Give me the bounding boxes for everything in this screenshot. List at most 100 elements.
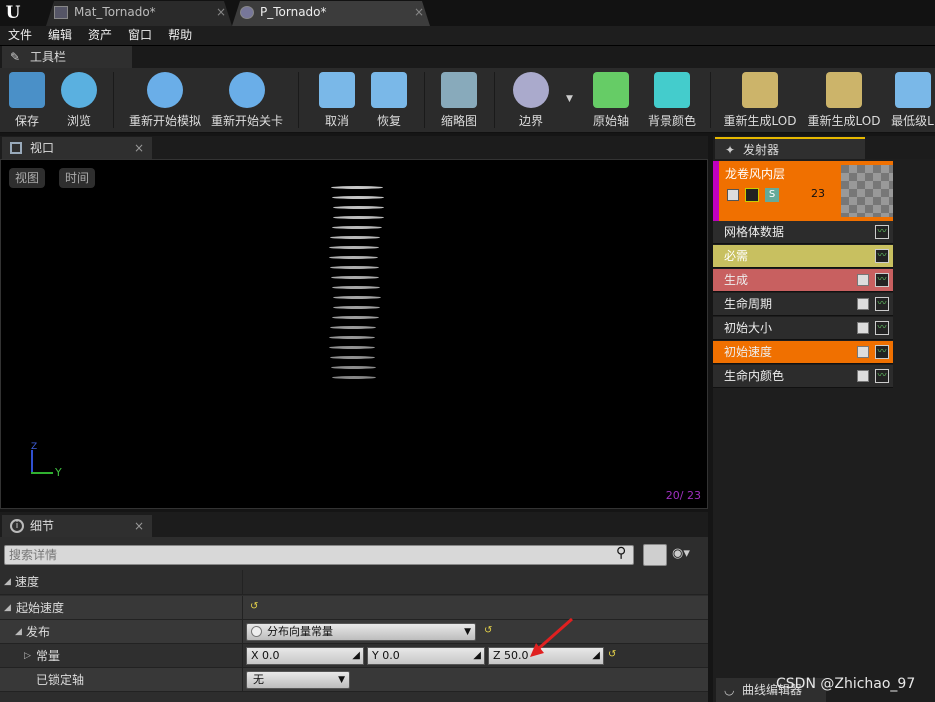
curve-toggle-icon[interactable]: 〰 — [875, 249, 889, 263]
emitter-thumbnail — [841, 165, 893, 217]
restart-sim-button[interactable]: 重新开始模拟 — [126, 72, 204, 130]
tab-details[interactable]: i 细节 × — [2, 515, 152, 537]
emitter-particle-count: 23 — [811, 187, 825, 200]
row-start-velocity: ◢ 起始速度 ↺ — [0, 596, 708, 620]
regen-lod-button[interactable]: 重新生成LOD — [722, 72, 798, 130]
expand-arrow-icon[interactable]: ▷ — [24, 644, 31, 668]
particle-ring — [331, 366, 376, 369]
reset-icon[interactable]: ↺ — [484, 625, 492, 636]
browse-button[interactable]: 浏览 — [56, 72, 102, 130]
module-item[interactable]: 网格体数据 〰 — [713, 221, 893, 244]
viewport[interactable]: 视图 时间 Z Y 20/ 23 — [0, 159, 708, 509]
tab-viewport[interactable]: 视口 × — [2, 137, 152, 159]
module-item[interactable]: 生成 〰 — [713, 269, 893, 292]
collapse-arrow-icon[interactable]: ◢ — [4, 596, 11, 620]
module-item[interactable]: 生命内颜色 〰 — [713, 365, 893, 388]
particle-ring — [329, 336, 375, 339]
close-icon[interactable]: × — [134, 515, 144, 537]
thumbnail-icon — [441, 72, 477, 108]
particle-ring — [330, 326, 376, 329]
bounds-button[interactable]: 边界 — [508, 72, 554, 130]
particle-ring — [332, 226, 382, 229]
viewport-tab-label: 视口 — [30, 141, 55, 155]
lowest-lod-button[interactable]: 最低级L — [890, 72, 935, 130]
thumbnail-button[interactable]: 缩略图 — [436, 72, 482, 130]
menu-edit[interactable]: 编辑 — [40, 26, 80, 45]
curve-toggle-icon[interactable]: 〰 — [875, 297, 889, 311]
search-icon[interactable]: ⚲ — [616, 545, 626, 561]
curve-toggle-icon[interactable]: 〰 — [875, 369, 889, 383]
particle-ring — [330, 236, 380, 239]
module-label: 初始速度 — [724, 345, 773, 359]
y-axis-line — [31, 472, 53, 474]
module-label: 初始大小 — [724, 321, 773, 335]
solo-icon[interactable]: S — [765, 188, 779, 202]
column-divider — [242, 644, 243, 668]
reset-icon[interactable]: ↺ — [608, 649, 616, 660]
details-tab-row: i 细节 × — [0, 512, 708, 537]
restart-level-button[interactable]: 重新开始关卡 — [208, 72, 286, 130]
view-button[interactable]: 视图 — [9, 168, 46, 188]
view-options-button[interactable] — [643, 544, 667, 566]
module-item[interactable]: 生命周期 〰 — [713, 293, 893, 316]
tab-mat-tornado[interactable]: Mat_Tornado* × — [46, 1, 232, 26]
eye-icon[interactable]: ◉▾ — [672, 546, 690, 561]
undo-button[interactable]: 取消 — [314, 72, 360, 130]
emitter-icon: ✦ — [725, 143, 736, 157]
module-enable-checkbox[interactable] — [857, 274, 869, 286]
menu-file[interactable]: 文件 — [0, 26, 40, 45]
origin-axis-icon — [593, 72, 629, 108]
close-icon[interactable]: × — [414, 1, 424, 24]
particle-ring — [329, 346, 375, 349]
y-field[interactable]: Y 0.0 ◢ — [367, 647, 485, 665]
tab-toolbar[interactable]: ✎ 工具栏 — [2, 46, 132, 68]
browse-icon — [61, 72, 97, 108]
curve-toggle-icon[interactable]: 〰 — [875, 321, 889, 335]
tab-p-tornado[interactable]: P_Tornado* × — [232, 1, 430, 26]
curve-toggle-icon[interactable]: 〰 — [875, 225, 889, 239]
menu-asset[interactable]: 资产 — [80, 26, 120, 45]
viewport-tab-row: 视口 × — [0, 136, 708, 159]
redo-button[interactable]: 恢复 — [366, 72, 412, 130]
save-button[interactable]: 保存 — [4, 72, 50, 130]
chevron-down-icon: ▼ — [338, 675, 345, 685]
menu-help[interactable]: 帮助 — [160, 26, 200, 45]
particle-ring — [329, 256, 378, 259]
toolbar-separator — [113, 72, 114, 128]
distribution-select[interactable]: 分布向量常量 ▼ — [246, 623, 476, 641]
search-input[interactable]: 搜索详情 — [4, 545, 634, 565]
module-item[interactable]: 初始大小 〰 — [713, 317, 893, 340]
render-mode-icon[interactable] — [745, 188, 759, 202]
module-item[interactable]: 初始速度 〰 — [713, 341, 893, 364]
bounds-dropdown-arrow-icon[interactable]: ▼ — [566, 94, 573, 104]
collapse-arrow-icon[interactable]: ◢ — [4, 570, 11, 594]
regen-lod-icon — [742, 72, 778, 108]
module-enable-checkbox[interactable] — [857, 346, 869, 358]
enable-checkbox[interactable] — [727, 189, 739, 201]
bg-color-button[interactable]: 背景颜色 — [644, 72, 700, 130]
details-tab-label: 细节 — [30, 519, 55, 533]
module-enable-checkbox[interactable] — [857, 298, 869, 310]
emitter-header[interactable]: 龙卷风内层 S 23 — [713, 161, 893, 221]
regen-lod-all-button[interactable]: 重新生成LOD — [806, 72, 882, 130]
close-icon[interactable]: × — [216, 1, 226, 24]
toolbar-tab-label: 工具栏 — [30, 50, 67, 64]
locked-axis-select[interactable]: 无 ▼ — [246, 671, 350, 689]
menu-window[interactable]: 窗口 — [120, 26, 160, 45]
particle-ring — [333, 296, 381, 299]
category-velocity[interactable]: ◢ 速度 — [0, 570, 708, 595]
x-field[interactable]: X 0.0 ◢ — [246, 647, 364, 665]
close-icon[interactable]: × — [134, 137, 144, 159]
module-label: 生命内颜色 — [724, 369, 785, 383]
module-item[interactable]: 必需 〰 — [713, 245, 893, 268]
tab-emitters[interactable]: ✦ 发射器 — [715, 137, 865, 159]
curve-toggle-icon[interactable]: 〰 — [875, 345, 889, 359]
module-enable-checkbox[interactable] — [857, 370, 869, 382]
origin-axis-button[interactable]: 原始轴 — [588, 72, 634, 130]
time-button[interactable]: 时间 — [59, 168, 96, 188]
curve-toggle-icon[interactable]: 〰 — [875, 273, 889, 287]
toolbar-separator — [710, 72, 711, 128]
collapse-arrow-icon[interactable]: ◢ — [15, 620, 22, 644]
reset-icon[interactable]: ↺ — [250, 601, 258, 612]
module-enable-checkbox[interactable] — [857, 322, 869, 334]
